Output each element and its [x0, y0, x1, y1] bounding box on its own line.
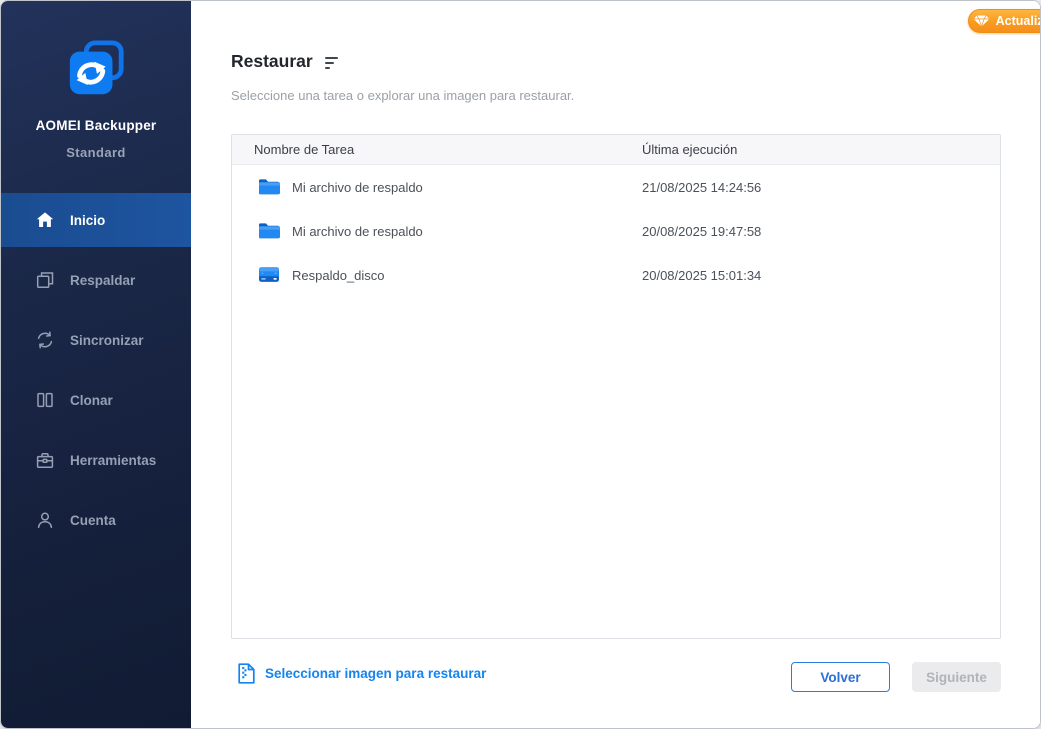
task-last-run: 20/08/2025 19:47:58 [642, 224, 1000, 239]
column-header-task-name: Nombre de Tarea [232, 142, 642, 157]
table-row[interactable]: Mi archivo de respaldo 21/08/2025 14:24:… [232, 165, 1000, 209]
app-edition: Standard [1, 145, 191, 160]
sidebar-item-respaldar[interactable]: Respaldar [1, 253, 191, 307]
person-icon [35, 510, 55, 530]
select-image-label: Seleccionar imagen para restaurar [265, 666, 486, 681]
sidebar-item-label: Inicio [70, 213, 105, 228]
gem-icon [973, 15, 990, 27]
page-title: Restaurar [231, 51, 313, 72]
backup-copy-icon [35, 270, 55, 290]
app-logo: AOMEI Backupper Standard [1, 39, 191, 160]
disk-icon [258, 266, 280, 284]
task-last-run: 20/08/2025 15:01:34 [642, 268, 1000, 283]
task-table: Nombre de Tarea Última ejecución Mi arch… [231, 134, 1001, 639]
sidebar-nav: Inicio Respaldar [1, 193, 191, 553]
aomei-logo-icon [65, 39, 127, 101]
sidebar: AOMEI Backupper Standard Inicio [1, 1, 191, 728]
titlebar: Actualizar [381, 1, 1040, 41]
task-name: Mi archivo de respaldo [292, 224, 423, 239]
table-header: Nombre de Tarea Última ejecución [232, 135, 1000, 165]
upgrade-label: Actualizar [996, 14, 1041, 28]
app-window: AOMEI Backupper Standard Inicio [0, 0, 1041, 729]
home-icon [35, 210, 55, 230]
sidebar-item-herramientas[interactable]: Herramientas [1, 433, 191, 487]
image-file-icon [238, 663, 255, 684]
folder-icon [258, 178, 280, 196]
sidebar-item-label: Sincronizar [70, 333, 144, 348]
main-content: Actualizar [191, 1, 1040, 728]
table-row[interactable]: Mi archivo de respaldo 20/08/2025 19:47:… [232, 209, 1000, 253]
back-button[interactable]: Volver [791, 662, 890, 692]
folder-icon [258, 222, 280, 240]
next-button[interactable]: Siguiente [912, 662, 1001, 692]
select-image-link[interactable]: Seleccionar imagen para restaurar [238, 663, 486, 684]
sidebar-item-label: Herramientas [70, 453, 156, 468]
sidebar-item-label: Cuenta [70, 513, 116, 528]
filter-sort-icon[interactable] [325, 55, 338, 69]
toolbox-icon [35, 450, 55, 470]
upgrade-button[interactable]: Actualizar [968, 9, 1041, 33]
sidebar-item-clonar[interactable]: Clonar [1, 373, 191, 427]
task-name: Mi archivo de respaldo [292, 180, 423, 195]
task-last-run: 21/08/2025 14:24:56 [642, 180, 1000, 195]
task-name: Respaldo_disco [292, 268, 385, 283]
column-header-last-run: Última ejecución [642, 142, 1000, 157]
app-name: AOMEI Backupper [1, 118, 191, 133]
table-row[interactable]: Respaldo_disco 20/08/2025 15:01:34 [232, 253, 1000, 297]
sidebar-item-sincronizar[interactable]: Sincronizar [1, 313, 191, 367]
sidebar-item-inicio[interactable]: Inicio [1, 193, 191, 247]
sidebar-item-label: Respaldar [70, 273, 135, 288]
sidebar-item-label: Clonar [70, 393, 113, 408]
clone-panels-icon [35, 390, 55, 410]
sync-arrows-icon [35, 330, 55, 350]
page-subtitle: Seleccione una tarea o explorar una imag… [231, 88, 574, 103]
sidebar-item-cuenta[interactable]: Cuenta [1, 493, 191, 547]
